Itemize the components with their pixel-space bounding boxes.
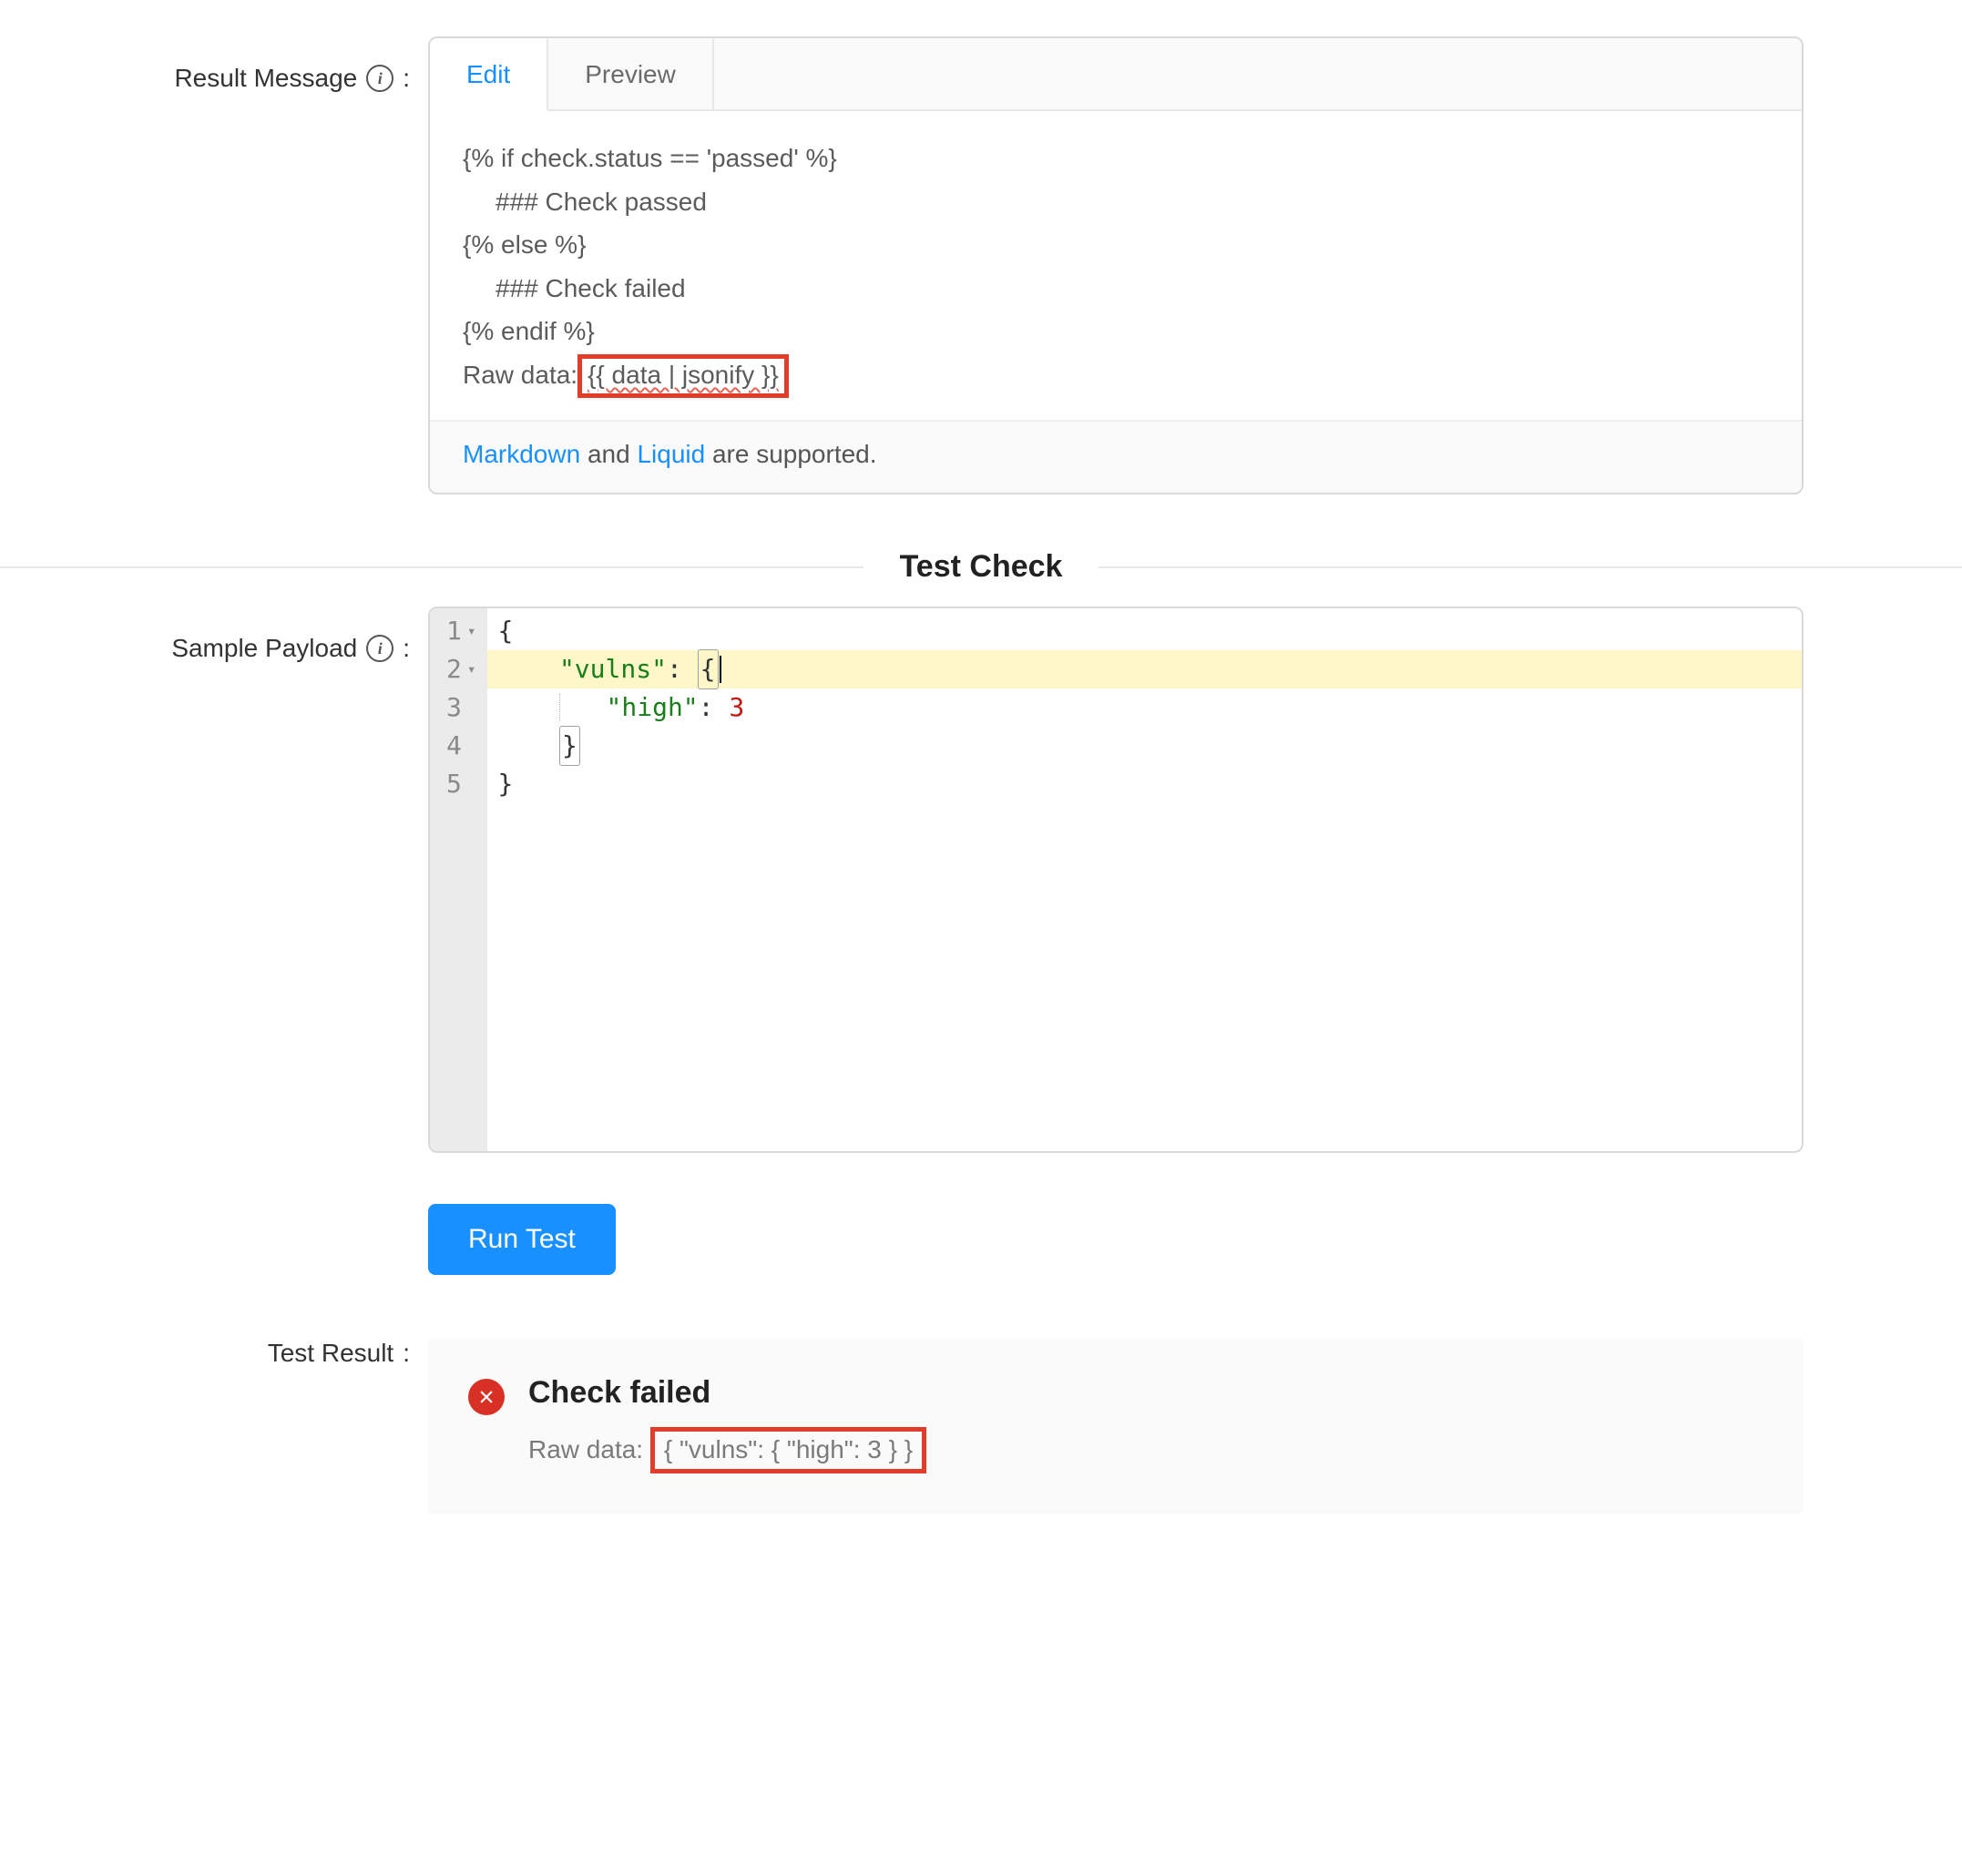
- result-message-label: Result Message: [174, 64, 357, 93]
- template-line: ### Check passed: [463, 180, 1769, 224]
- line-number: 1: [446, 612, 462, 650]
- template-line: {% else %}: [463, 223, 1769, 267]
- brace-match: }: [559, 726, 580, 766]
- divider: [1099, 566, 1962, 568]
- result-raw: Raw data: { "vulns": { "high": 3 } }: [528, 1427, 926, 1473]
- error-icon: [468, 1379, 505, 1415]
- test-result-label: Test Result: [268, 1339, 394, 1368]
- fold-icon[interactable]: ▾: [467, 658, 476, 680]
- gutter: 1▾ 2▾ 3▾ 4▾ 5▾: [430, 608, 487, 1151]
- section-header: Test Check: [0, 549, 1962, 585]
- markdown-link[interactable]: Markdown: [463, 440, 580, 468]
- brace-match: {: [698, 649, 719, 689]
- template-line: ### Check failed: [463, 267, 1769, 311]
- info-icon[interactable]: i: [366, 65, 393, 92]
- template-editor[interactable]: {% if check.status == 'passed' %} ### Ch…: [430, 111, 1802, 420]
- sample-payload-label: Sample Payload: [171, 634, 357, 663]
- text-caret: [720, 656, 721, 683]
- code-editor[interactable]: 1▾ 2▾ 3▾ 4▾ 5▾ { "vulns": { "high": 3 } …: [428, 607, 1804, 1153]
- code-token: :: [667, 650, 698, 688]
- tab-edit[interactable]: Edit: [430, 38, 548, 111]
- fold-icon[interactable]: ▾: [467, 620, 476, 642]
- template-line: Raw data: {{ data | jsonify }}: [463, 353, 1769, 398]
- code-token: }: [498, 765, 514, 803]
- liquid-link[interactable]: Liquid: [637, 440, 705, 468]
- jsonify-expression: {{ data | jsonify }}: [588, 361, 779, 389]
- code-token: {: [498, 612, 514, 650]
- result-message-panel: Edit Preview {% if check.status == 'pass…: [428, 36, 1804, 494]
- result-title: Check failed: [528, 1375, 926, 1411]
- line-number: 5: [446, 765, 462, 803]
- tab-preview[interactable]: Preview: [548, 38, 714, 109]
- footer-text: and: [580, 440, 637, 468]
- highlighted-expression: {{ data | jsonify }}: [577, 354, 789, 398]
- code-content[interactable]: { "vulns": { "high": 3 } }: [487, 608, 1803, 1151]
- info-icon[interactable]: i: [366, 635, 393, 662]
- code-token: "high": [607, 688, 699, 727]
- code-token: "vulns": [559, 650, 667, 688]
- highlighted-raw-value: { "vulns": { "high": 3 } }: [650, 1427, 926, 1473]
- raw-data-label: Raw data:: [528, 1435, 650, 1463]
- colon: :: [403, 1339, 410, 1368]
- code-token: :: [699, 688, 730, 727]
- panel-footer: Markdown and Liquid are supported.: [430, 420, 1802, 493]
- line-number: 2: [446, 650, 462, 688]
- code-token: 3: [729, 688, 744, 727]
- line-number: 3: [446, 688, 462, 727]
- footer-text: are supported.: [705, 440, 876, 468]
- colon: :: [403, 634, 410, 663]
- template-line: {% if check.status == 'passed' %}: [463, 137, 1769, 180]
- raw-data-label: Raw data:: [463, 361, 577, 389]
- tabs: Edit Preview: [430, 38, 1802, 111]
- divider: [0, 566, 863, 568]
- run-test-button[interactable]: Run Test: [428, 1204, 616, 1275]
- test-result-card: Check failed Raw data: { "vulns": { "hig…: [428, 1339, 1804, 1513]
- section-title: Test Check: [863, 549, 1099, 585]
- colon: :: [403, 64, 410, 93]
- line-number: 4: [446, 727, 462, 765]
- template-line: {% endif %}: [463, 310, 1769, 353]
